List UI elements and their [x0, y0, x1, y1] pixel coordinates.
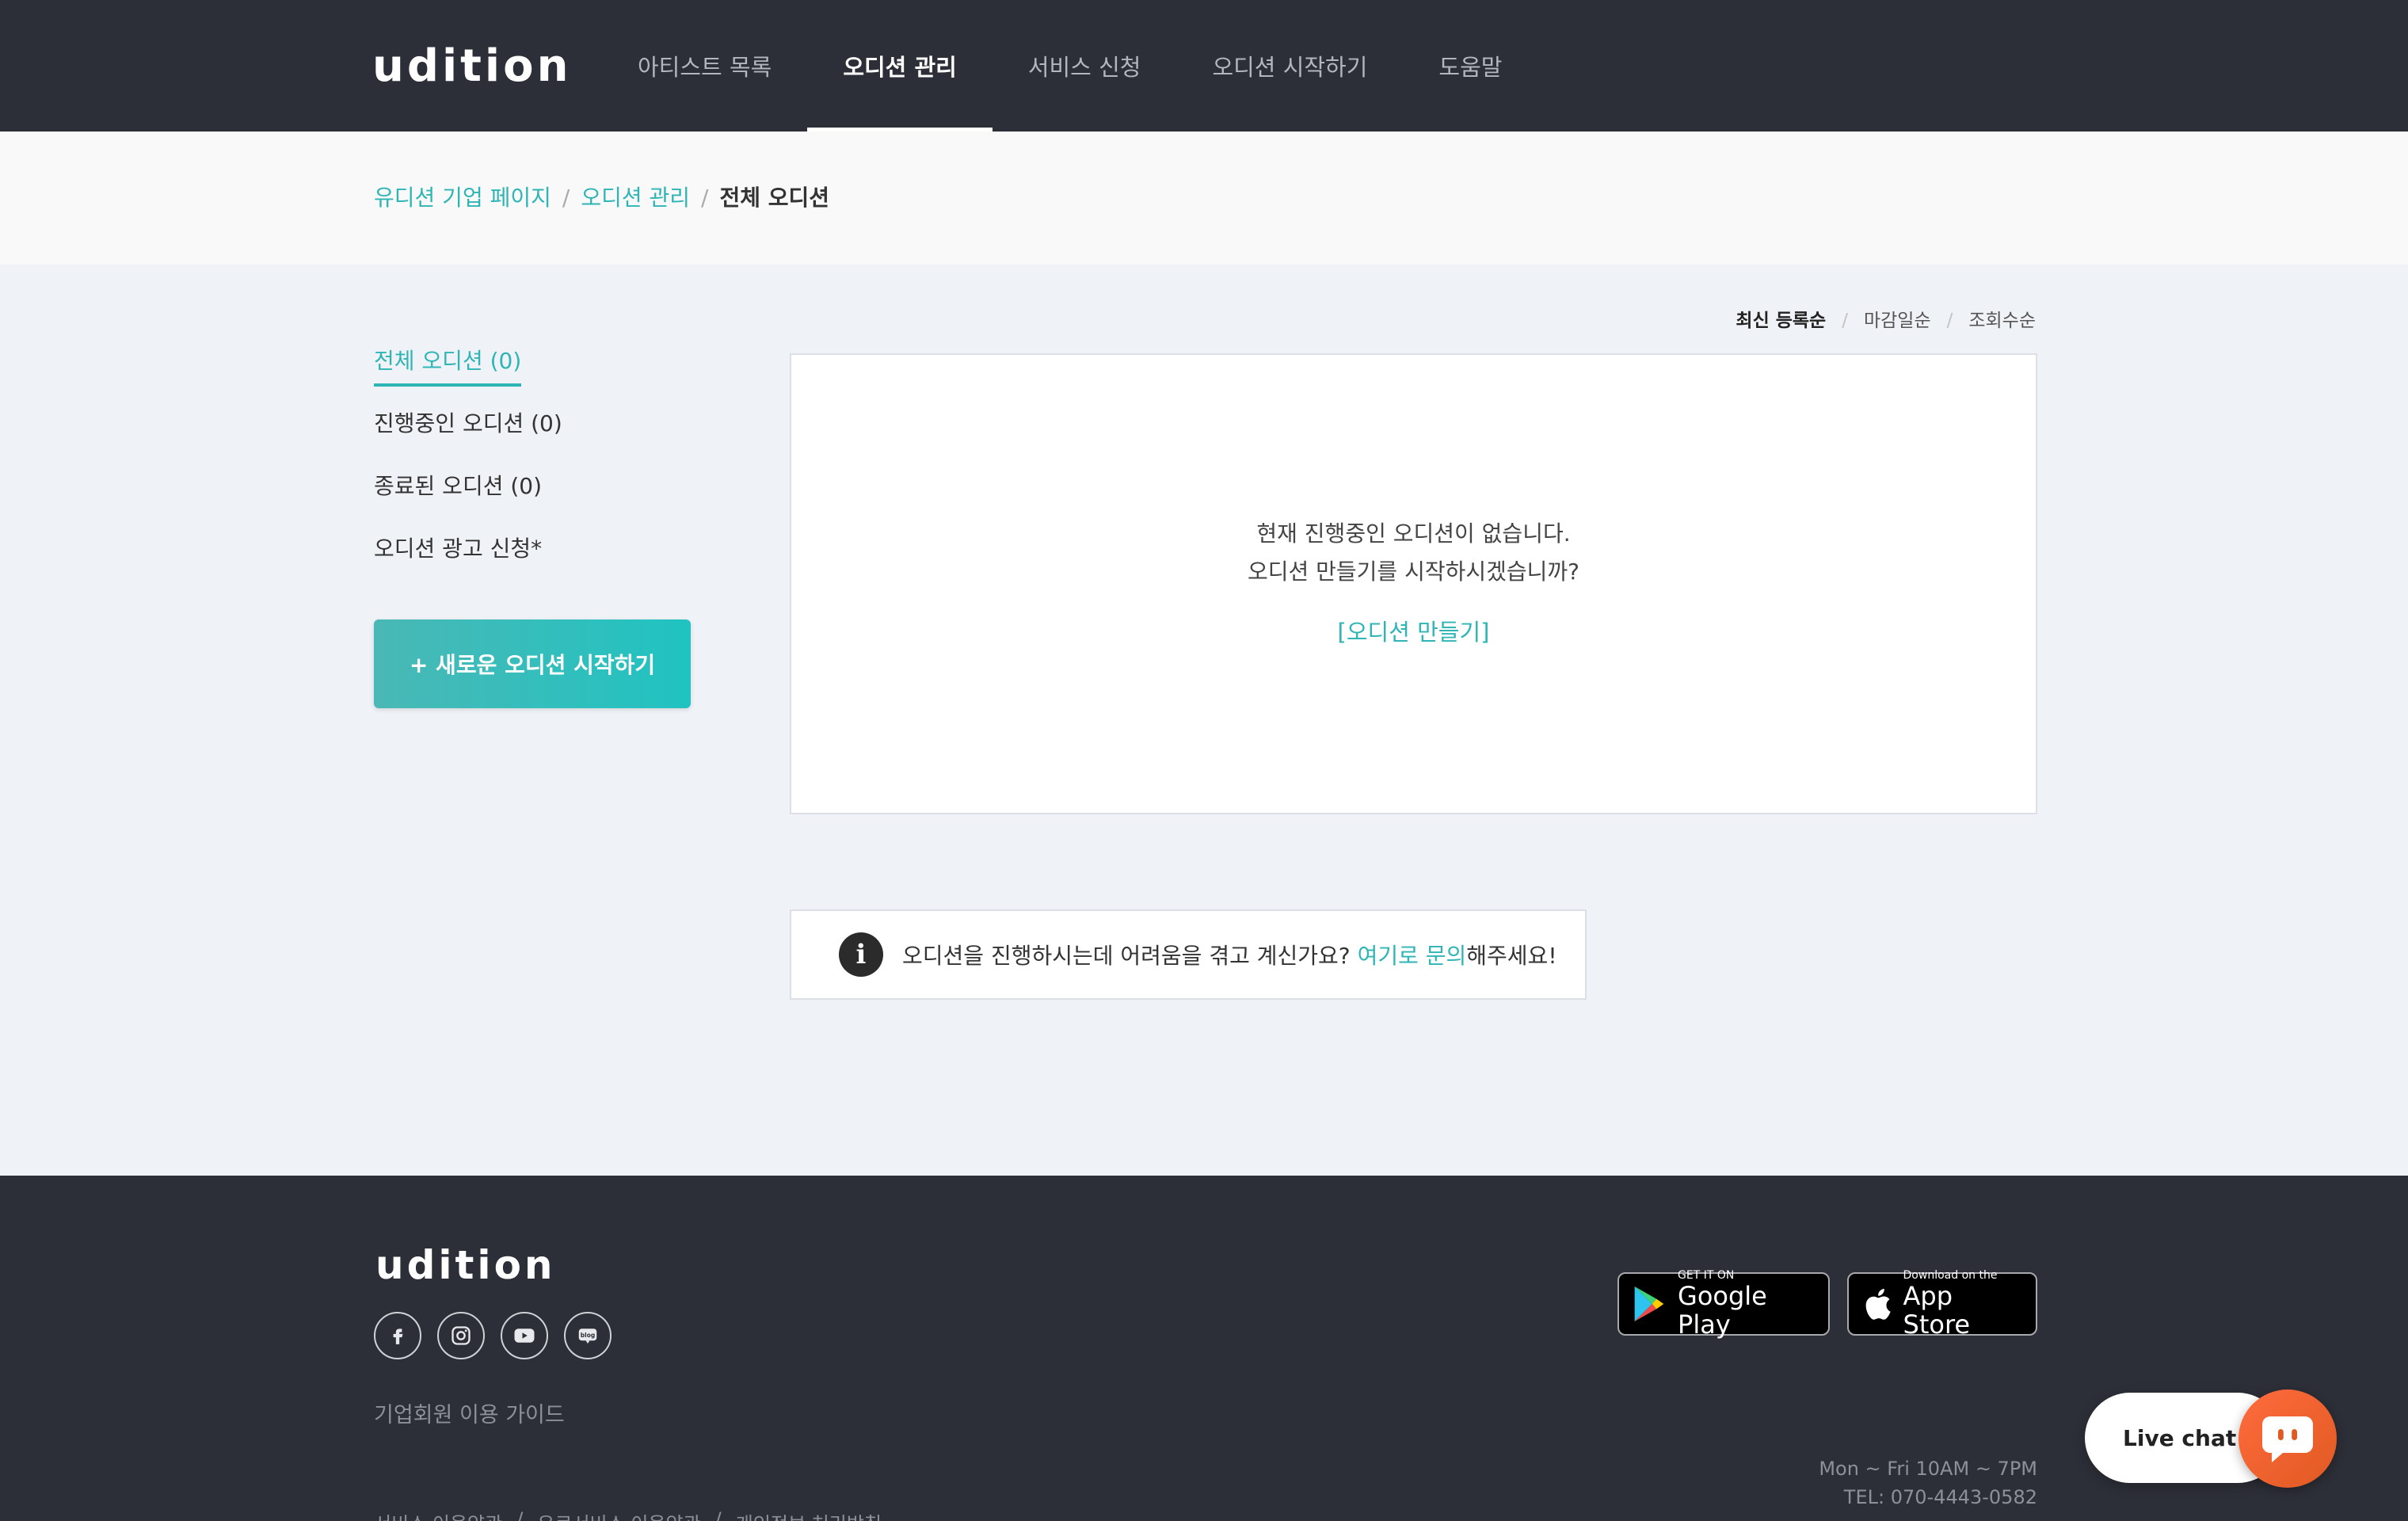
svg-text:blog: blog	[581, 1332, 595, 1339]
chat-bubble-icon[interactable]	[2238, 1389, 2337, 1488]
nav-start-audition[interactable]: 오디션 시작하기	[1176, 0, 1403, 132]
help-contact-link[interactable]: 여기로 문의	[1358, 939, 1467, 970]
company-guide-link[interactable]: 기업회원 이용 가이드	[374, 1397, 565, 1428]
sort-deadline[interactable]: 마감일순	[1864, 307, 1931, 334]
terms-separator: /	[714, 1508, 722, 1521]
footer: udition blog 기업회원 이용 가이드 서비스 이용약관 / 유료서비…	[0, 1176, 2408, 1521]
empty-audition-panel: 현재 진행중인 오디션이 없습니다. 오디션 만들기를 시작하시겠습니까? [오…	[790, 353, 2037, 814]
terms-of-service-link[interactable]: 서비스 이용약관	[374, 1508, 502, 1521]
blog-icon[interactable]: blog	[564, 1312, 612, 1359]
facebook-icon[interactable]	[374, 1312, 421, 1359]
sidebar-item-ongoing-auditions[interactable]: 진행중인 오디션 (0)	[374, 408, 707, 440]
google-play-big: Google Play	[1678, 1281, 1767, 1340]
udition-logo[interactable]: udition	[372, 41, 571, 92]
sidebar-item-ended-auditions[interactable]: 종료된 오디션 (0)	[374, 471, 707, 502]
top-header: udition 아티스트 목록 오디션 관리 서비스 신청 오디션 시작하기 도…	[0, 0, 2408, 132]
breadcrumb: 유디션 기업 페이지 / 오디션 관리 / 전체 오디션	[374, 182, 829, 214]
apple-icon	[1865, 1288, 1891, 1320]
app-store-small: Download on the	[1903, 1269, 1998, 1282]
nav-service-apply[interactable]: 서비스 신청	[993, 0, 1177, 132]
sort-separator: /	[1842, 311, 1848, 331]
footer-terms: 서비스 이용약관 / 유료서비스 이용약관 / 개인정보 처리방침	[374, 1508, 882, 1521]
sidebar-item-all-auditions[interactable]: 전체 오디션 (0)	[374, 345, 522, 387]
breadcrumb-audition-manage[interactable]: 오디션 관리	[581, 182, 690, 214]
empty-message-line1: 현재 진행중인 오디션이 없습니다.	[1256, 520, 1571, 547]
paid-terms-link[interactable]: 유료서비스 이용약관	[537, 1508, 700, 1521]
sort-options: 최신 등록순 / 마감일순 / 조회수순	[1736, 307, 2036, 334]
main-nav: 아티스트 목록 오디션 관리 서비스 신청 오디션 시작하기 도움말	[602, 0, 1537, 132]
sort-latest[interactable]: 최신 등록순	[1736, 307, 1826, 334]
create-audition-link[interactable]: [오디션 만들기]	[791, 616, 2036, 648]
app-store-big: App Store	[1903, 1281, 1971, 1340]
breadcrumb-company-page[interactable]: 유디션 기업 페이지	[374, 182, 551, 214]
sidebar-item-audition-ad[interactable]: 오디션 광고 신청*	[374, 533, 707, 565]
sort-separator: /	[1946, 311, 1953, 331]
phone-number: TEL: 070-4443-0582	[1843, 1486, 2037, 1508]
terms-separator: /	[516, 1508, 524, 1521]
help-banner: i 오디션을 진행하시는데 어려움을 겪고 계신가요? 여기로 문의 해주세요!	[790, 909, 1587, 1000]
nav-help[interactable]: 도움말	[1403, 0, 1537, 132]
google-play-badge[interactable]: GET IT ON Google Play	[1617, 1269, 1830, 1340]
sort-views[interactable]: 조회수순	[1968, 307, 2036, 334]
nav-audition-manage[interactable]: 오디션 관리	[807, 0, 993, 132]
google-play-icon	[1634, 1286, 1664, 1322]
breadcrumb-current: 전체 오디션	[719, 185, 830, 211]
youtube-icon[interactable]	[501, 1312, 548, 1359]
help-text: 오디션을 진행하시는데 어려움을 겪고 계신가요?	[902, 943, 1351, 969]
breadcrumb-separator: /	[701, 185, 709, 211]
new-audition-button[interactable]: + 새로운 오디션 시작하기	[374, 619, 691, 708]
nav-artist-list[interactable]: 아티스트 목록	[602, 0, 807, 132]
info-icon: i	[839, 932, 883, 977]
empty-message-line2: 오디션 만들기를 시작하시겠습니까?	[1247, 558, 1580, 585]
business-hours: Mon ~ Fri 10AM ~ 7PM	[1819, 1458, 2037, 1480]
privacy-policy-link[interactable]: 개인정보 처리방침	[736, 1508, 882, 1521]
sidebar: 전체 오디션 (0) 진행중인 오디션 (0) 종료된 오디션 (0) 오디션 …	[374, 345, 707, 596]
contact-info: Mon ~ Fri 10AM ~ 7PM TEL: 070-4443-0582	[1819, 1454, 2037, 1511]
footer-logo[interactable]: udition	[375, 1242, 556, 1288]
social-links: blog	[374, 1312, 612, 1359]
app-store-badge[interactable]: Download on the App Store	[1847, 1269, 2037, 1340]
google-play-small: GET IT ON	[1678, 1269, 1735, 1282]
instagram-icon[interactable]	[437, 1312, 485, 1359]
help-text-end: 해주세요!	[1466, 943, 1557, 969]
breadcrumb-separator: /	[562, 185, 570, 211]
breadcrumb-bar: 유디션 기업 페이지 / 오디션 관리 / 전체 오디션	[0, 132, 2408, 265]
empty-message: 현재 진행중인 오디션이 없습니다. 오디션 만들기를 시작하시겠습니까?	[791, 515, 2036, 591]
